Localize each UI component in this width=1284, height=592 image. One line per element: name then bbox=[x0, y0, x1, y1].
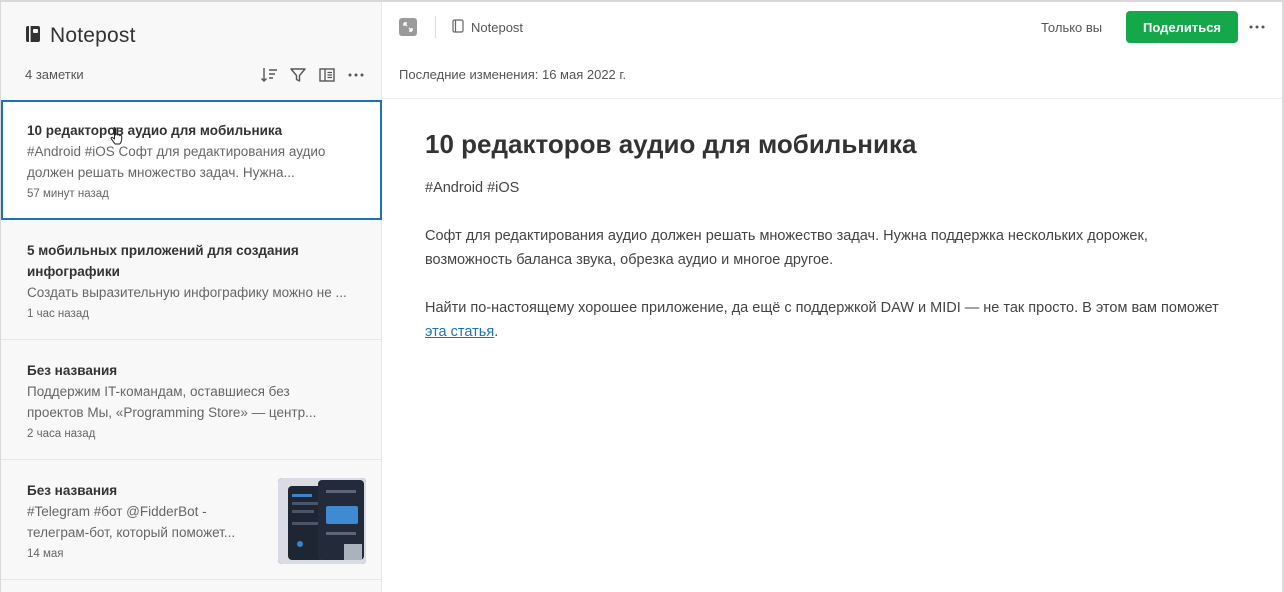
note-snippet: должен решать множество задач. Нужна... bbox=[27, 165, 295, 180]
list-toolbar bbox=[260, 66, 365, 84]
view-options-icon[interactable] bbox=[318, 66, 336, 84]
note-title-continued: инфографики bbox=[27, 264, 120, 279]
note-timestamp: 57 минут назад bbox=[27, 188, 109, 200]
note-snippet: проектов Мы, «Programming Store» — центр… bbox=[27, 405, 317, 420]
more-icon[interactable] bbox=[347, 66, 365, 84]
note-heading[interactable]: 10 редакторов аудио для мобильника bbox=[425, 126, 1225, 162]
notebook-icon bbox=[25, 25, 41, 48]
note-title: Без названия bbox=[27, 483, 118, 498]
toolbar-divider bbox=[435, 16, 436, 38]
note-body[interactable]: 10 редакторов аудио для мобильника #Andr… bbox=[425, 126, 1225, 344]
note-timestamp: 1 час назад bbox=[27, 308, 89, 320]
header-divider bbox=[382, 98, 1282, 99]
note-paragraph[interactable]: Найти по-настоящему хорошее приложение, … bbox=[425, 296, 1225, 344]
breadcrumb-notebook-name: Notepost bbox=[471, 20, 524, 35]
last-edited-info: Последние изменения: 16 мая 2022 г. bbox=[399, 67, 627, 82]
note-editor-pane: Notepost Только вы Поделиться Последние … bbox=[382, 2, 1282, 592]
more-options-icon[interactable] bbox=[1248, 18, 1266, 41]
app-window: Notepost 4 заметки 10 редакторов аудио д… bbox=[0, 0, 1284, 592]
note-snippet: #Telegram #бот @FidderBot - bbox=[27, 504, 207, 519]
note-list-panel: Notepost 4 заметки 10 редакторов аудио д… bbox=[1, 2, 382, 592]
note-snippet: Поддержим IT-командам, оставшиеся без bbox=[27, 384, 290, 399]
note-count: 4 заметки bbox=[25, 67, 84, 82]
hand-cursor-icon bbox=[110, 127, 123, 145]
note-list: 10 редакторов аудио для мобильника #Andr… bbox=[1, 100, 382, 580]
note-timestamp: 2 часа назад bbox=[27, 428, 96, 440]
paragraph-text: Найти по-настоящему хорошее приложение, … bbox=[425, 300, 1219, 316]
filter-icon[interactable] bbox=[289, 66, 307, 84]
share-button[interactable]: Поделиться bbox=[1126, 11, 1238, 43]
note-title: 5 мобильных приложений для создания bbox=[27, 243, 299, 258]
note-title: Без названия bbox=[27, 363, 118, 378]
expand-icon[interactable] bbox=[399, 18, 417, 36]
notebook-header[interactable]: Notepost bbox=[25, 24, 136, 48]
note-snippet: телеграм-бот, который поможет... bbox=[27, 525, 236, 540]
note-text: Без названия #Telegram #бот @FidderBot -… bbox=[27, 480, 267, 560]
sort-icon[interactable] bbox=[260, 66, 278, 84]
note-title: 10 редакторов аудио для мобильника bbox=[27, 123, 283, 138]
note-card[interactable]: 5 мобильных приложений для создания инфо… bbox=[1, 220, 382, 340]
note-card[interactable]: Без названия #Telegram #бот @FidderBot -… bbox=[1, 460, 382, 580]
notebook-title: Notepost bbox=[50, 24, 136, 47]
note-paragraph[interactable]: Софт для редактирования аудио должен реш… bbox=[425, 224, 1225, 272]
note-timestamp: 14 мая bbox=[27, 548, 64, 560]
note-tags-line[interactable]: #Android #iOS bbox=[425, 176, 1225, 200]
breadcrumb[interactable]: Notepost bbox=[452, 19, 523, 36]
paragraph-end: . bbox=[494, 324, 499, 340]
article-link[interactable]: эта статья bbox=[425, 324, 494, 340]
editor-toolbar: Notepost Только вы Поделиться bbox=[382, 2, 1282, 52]
share-scope[interactable]: Только вы bbox=[1041, 20, 1102, 35]
note-card[interactable]: Без названия Поддержим IT-командам, оста… bbox=[1, 340, 382, 460]
note-card-selected[interactable]: 10 редакторов аудио для мобильника #Andr… bbox=[1, 100, 382, 220]
note-thumbnail-image bbox=[278, 478, 366, 564]
note-snippet: Создать выразительную инфографику можно … bbox=[27, 285, 347, 300]
note-snippet: #Android #iOS Софт для редактирования ау… bbox=[27, 144, 326, 159]
notebook-icon bbox=[452, 19, 464, 36]
